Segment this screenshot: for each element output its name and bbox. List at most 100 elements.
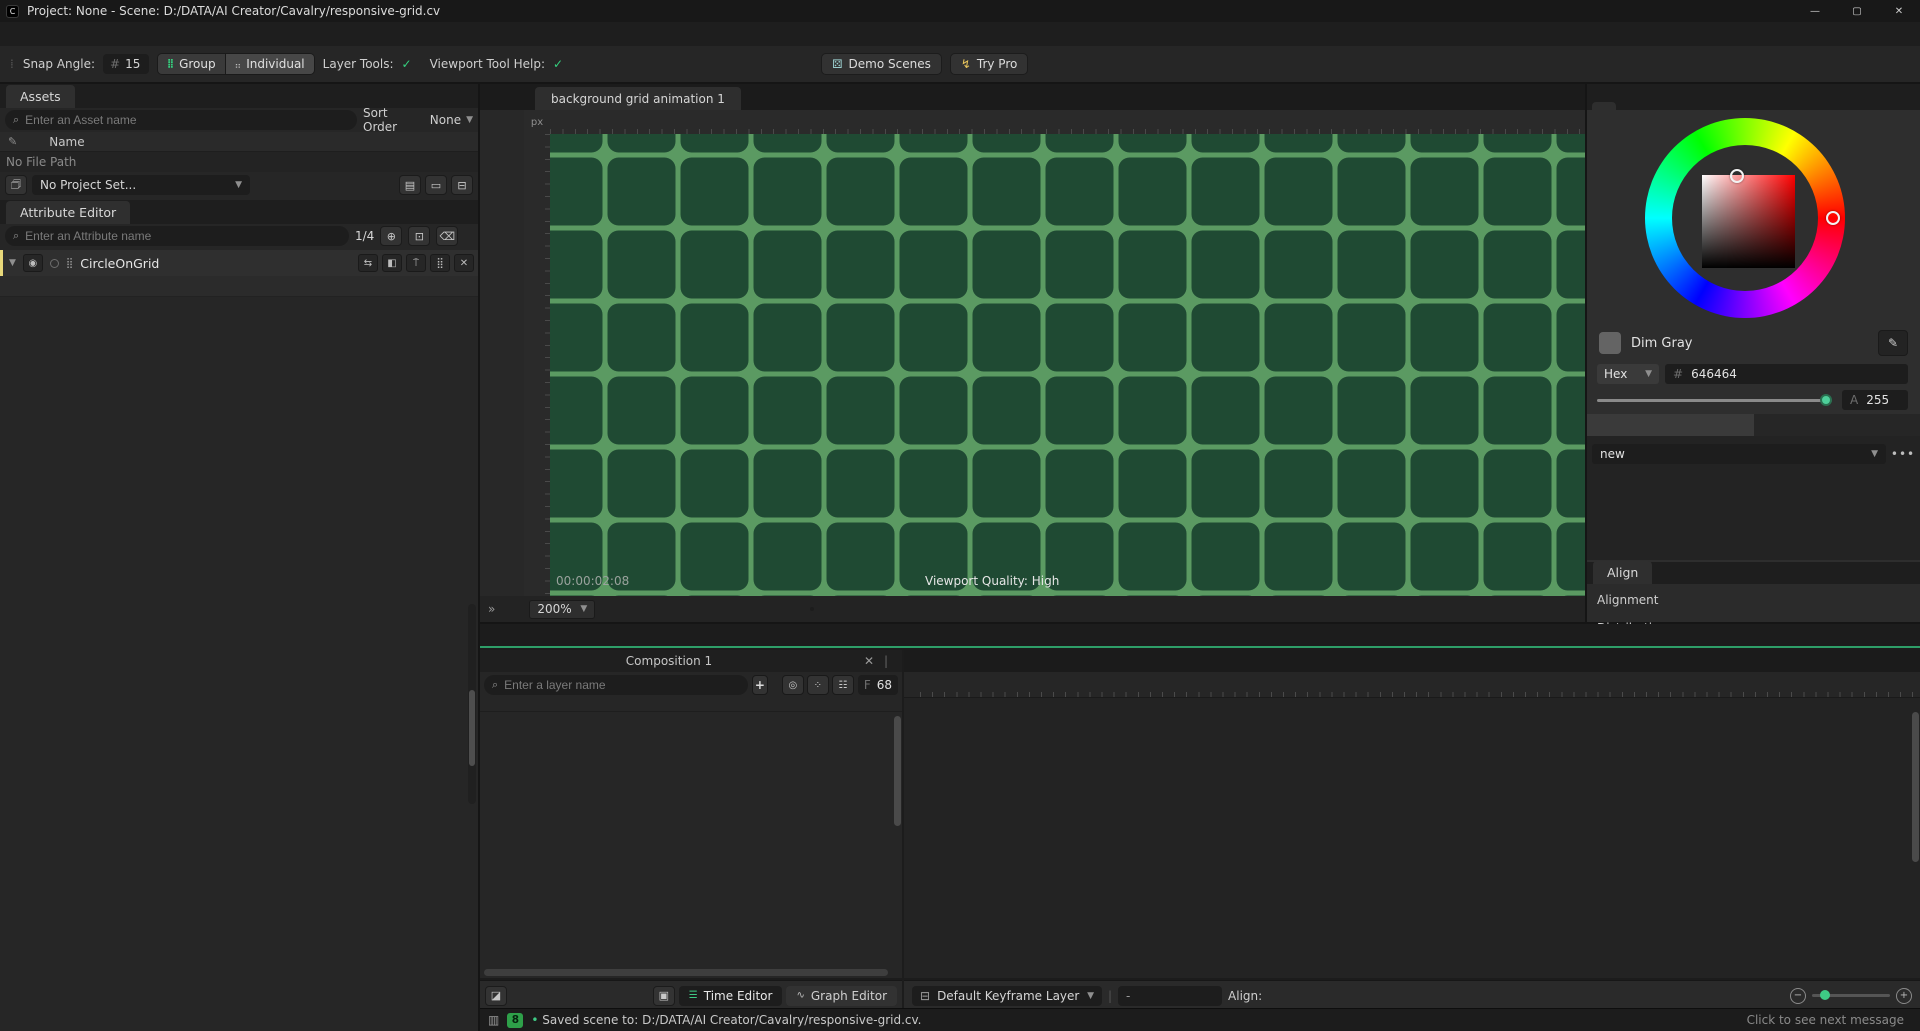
alpha-field[interactable]: A255 — [1842, 390, 1908, 410]
drag-handle-icon: ⁞ — [10, 57, 15, 71]
attribute-search[interactable]: ⌕ — [5, 226, 349, 246]
timeline-zoom-slider[interactable] — [1812, 994, 1890, 997]
palette-dropdown[interactable]: new▼ — [1592, 444, 1886, 464]
timeline-ruler[interactable] — [904, 672, 1920, 698]
app-icon: C — [6, 5, 19, 18]
composition-tab[interactable]: Composition 1 — [480, 654, 858, 668]
swatches-tab[interactable] — [1587, 414, 1754, 436]
viewport-tool-help-check[interactable]: ✓ — [553, 57, 563, 71]
zoom-handle[interactable] — [1820, 990, 1830, 1000]
left-panel: Assets ⌕ Sort Order None▼ ✎ Name No File… — [0, 84, 478, 1031]
alpha-handle[interactable] — [1820, 394, 1832, 406]
individual-icon: ⣤ — [235, 59, 242, 69]
layer-scrollbar[interactable] — [894, 716, 901, 826]
add-keyframe-icon[interactable]: ⁘ — [807, 675, 829, 695]
sort-order-dropdown[interactable]: None▼ — [430, 113, 473, 127]
socket-icon[interactable] — [50, 259, 59, 268]
sv-selector[interactable] — [1730, 169, 1744, 183]
dots-grid-icon: ⣿ — [66, 258, 73, 269]
link-icon[interactable]: ⇆ — [358, 254, 378, 272]
graph-editor-button[interactable]: ∿ Graph Editor — [786, 986, 897, 1006]
alpha-slider[interactable] — [1597, 399, 1832, 402]
hex-mode-dropdown[interactable]: Hex▼ — [1597, 364, 1659, 384]
split-view-icon[interactable]: ◧ — [382, 254, 402, 272]
isolate-icon[interactable]: ◎ — [782, 675, 804, 695]
palette-more-button[interactable]: ••• — [1891, 444, 1915, 464]
asset-search-input[interactable] — [25, 113, 349, 127]
align-tab[interactable]: Align — [1593, 561, 1652, 584]
collapse-icon[interactable]: ▼ — [9, 258, 16, 268]
demo-scenes-button[interactable]: ⚄Demo Scenes — [821, 53, 942, 75]
clear-attr-icon[interactable]: ⌫ — [436, 226, 458, 246]
maximize-button[interactable]: ▢ — [1836, 0, 1878, 22]
minimize-button[interactable]: — — [1794, 0, 1836, 22]
target-attr-icon[interactable]: ⊡ — [408, 226, 430, 246]
color-tab[interactable] — [1592, 102, 1616, 110]
hex-field[interactable]: #646464 — [1665, 364, 1908, 384]
viewport-tool-help-label: Viewport Tool Help: — [430, 57, 545, 71]
dock-button[interactable]: ▣ — [653, 986, 675, 1006]
frame-field[interactable]: F68 — [858, 675, 898, 695]
snap-angle-value: 15 — [125, 57, 140, 71]
zoom-in-icon[interactable]: + — [1896, 988, 1912, 1004]
group-icon: ⣿ — [167, 59, 174, 69]
attribute-scrollbar[interactable] — [468, 604, 476, 804]
pin-icon[interactable]: ⍑ — [406, 254, 426, 272]
layer-search-input[interactable] — [504, 678, 740, 692]
tag-filter-button[interactable]: ◪ — [485, 986, 507, 1006]
project-set-dropdown[interactable]: No Project Set...▼ — [32, 175, 250, 195]
title-bar: C Project: None - Scene: D:/DATA/AI Crea… — [0, 0, 1920, 22]
viewport-tab[interactable]: background grid animation 1 — [535, 87, 741, 110]
timeline-scrollbar[interactable] — [1912, 712, 1919, 862]
time-editor-button[interactable]: ☰ Time Editor — [679, 986, 783, 1006]
trash-icon[interactable]: ⊟ — [451, 175, 473, 195]
group-button[interactable]: ⣿Group — [158, 54, 225, 74]
console-icon[interactable]: ▥ — [488, 1013, 499, 1027]
layer-tools-label: Layer Tools: — [323, 57, 394, 71]
close-icon[interactable]: ✕ — [864, 654, 874, 668]
snap-angle-label: Snap Angle: — [23, 57, 95, 71]
keyframe-layer-dropdown[interactable]: ⊟ Default Keyframe Layer▼ — [912, 986, 1102, 1006]
assets-tab[interactable]: Assets — [6, 85, 75, 108]
zoom-out-icon[interactable]: − — [1790, 988, 1806, 1004]
add-layers-tab[interactable] — [1621, 102, 1645, 110]
generator-tab[interactable] — [1754, 414, 1920, 436]
filter-settings-icon[interactable]: ☷ — [832, 675, 854, 695]
attribute-search-input[interactable] — [25, 229, 341, 243]
message-count-badge[interactable]: 8 — [507, 1013, 523, 1028]
grid-icon[interactable]: ⣿ — [430, 254, 450, 272]
next-message-link[interactable]: Click to see next message — [1747, 1013, 1904, 1027]
composition-tab-bar[interactable]: Composition 1 ✕ | — [480, 650, 902, 672]
eye-icon[interactable]: ◉ — [23, 254, 43, 272]
add-layer-button[interactable]: + — [752, 675, 768, 695]
search-icon: ⌕ — [13, 229, 19, 243]
layer-tools-check[interactable]: ✓ — [402, 57, 412, 71]
try-pro-button[interactable]: ↯Try Pro — [950, 53, 1029, 75]
layer-search[interactable]: ⌕ — [484, 675, 748, 695]
saturation-value-box[interactable] — [1702, 175, 1795, 268]
hue-selector[interactable] — [1826, 211, 1840, 225]
folder-icon[interactable]: ▤ — [399, 175, 421, 195]
close-button[interactable]: ✕ — [1878, 0, 1920, 22]
expand-tools-icon[interactable]: » — [488, 602, 495, 616]
project-settings-icon[interactable]: 🗇 — [5, 175, 27, 195]
tab-separator: | — [884, 654, 888, 668]
eyedropper-button[interactable]: ✎ — [1878, 330, 1908, 356]
search-icon: ⌕ — [492, 678, 498, 692]
attribute-editor-tab[interactable]: Attribute Editor — [6, 201, 130, 224]
snap-angle-field[interactable]: # 15 — [103, 54, 149, 74]
grid-graphic — [550, 134, 1585, 596]
zoom-dropdown[interactable]: 200%▼ — [529, 600, 595, 619]
keyframe-value-field[interactable]: - — [1118, 986, 1222, 1006]
status-bar: ▥ 8 Saved scene to: D:/DATA/AI Creator/C… — [480, 1008, 1920, 1031]
asset-search[interactable]: ⌕ — [5, 110, 357, 130]
close-icon[interactable]: ✕ — [454, 254, 474, 272]
viewport-canvas[interactable]: 00:00:02:08 Viewport Quality: High — [550, 134, 1585, 596]
zoom-attr-icon[interactable]: ⊕ — [380, 226, 402, 246]
current-color-swatch — [1599, 332, 1621, 354]
horizontal-scrollbar[interactable] — [484, 969, 888, 976]
display-icon[interactable]: ▭ — [425, 175, 447, 195]
individual-button[interactable]: ⣤Individual — [225, 54, 314, 74]
status-message: Saved scene to: D:/DATA/AI Creator/Caval… — [531, 1013, 921, 1027]
menu-bar — [0, 22, 1920, 46]
